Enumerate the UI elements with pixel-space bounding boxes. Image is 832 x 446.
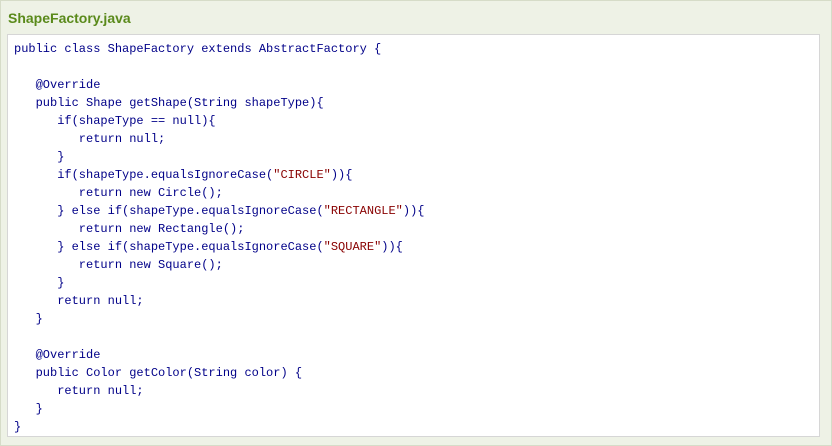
code-token: )){ (381, 240, 403, 254)
code-line: } (14, 400, 424, 418)
code-line: public class ShapeFactory extends Abstra… (14, 40, 424, 58)
code-line: return new Rectangle(); (14, 220, 424, 238)
code-token: return null; (14, 132, 166, 146)
code-token: @Override (14, 348, 101, 362)
code-token: )){ (402, 204, 425, 218)
code-sample-panel: ShapeFactory.java public class ShapeFact… (0, 0, 832, 446)
code-token: return new Circle(); (14, 186, 223, 200)
code-line: return new Circle(); (14, 184, 424, 202)
code-line: return null; (14, 130, 424, 148)
code-token: } (14, 420, 22, 434)
code-token: public Shape getShape(String shapeType){ (14, 96, 324, 110)
code-line: } (14, 418, 424, 436)
code-line: if(shapeType.equalsIgnoreCase("CIRCLE"))… (14, 166, 424, 184)
code-block: public class ShapeFactory extends Abstra… (7, 34, 820, 437)
code-token: return null; (14, 294, 144, 308)
string-literal: "CIRCLE" (273, 168, 331, 182)
code-token: } (14, 312, 43, 326)
code-token: )){ (330, 168, 353, 182)
code-line: if(shapeType == null){ (14, 112, 424, 130)
code-token: return new Rectangle(); (14, 222, 245, 236)
code-line: } else if(shapeType.equalsIgnoreCase("RE… (14, 202, 424, 220)
file-title: ShapeFactory.java (8, 10, 131, 26)
code-token: if(shapeType == null){ (14, 114, 216, 128)
code-token: } (14, 150, 65, 164)
code-line: @Override (14, 346, 424, 364)
code-listing: public class ShapeFactory extends Abstra… (14, 40, 424, 436)
code-token: return null; (14, 384, 144, 398)
code-token: public Color getColor(String color) { (14, 366, 303, 380)
code-token: @Override (14, 78, 101, 92)
code-token: return new Square(); (14, 258, 223, 272)
code-line: public Shape getShape(String shapeType){ (14, 94, 424, 112)
code-line: } (14, 274, 424, 292)
code-line: return new Square(); (14, 256, 424, 274)
code-token: } else if(shapeType.equalsIgnoreCase( (14, 240, 324, 254)
code-line: public Color getColor(String color) { (14, 364, 424, 382)
code-line: } (14, 148, 424, 166)
string-literal: "SQUARE" (323, 240, 382, 254)
code-line: return null; (14, 382, 424, 400)
code-line: } (14, 310, 424, 328)
code-line: } else if(shapeType.equalsIgnoreCase("SQ… (14, 238, 424, 256)
code-token: } (14, 276, 65, 290)
code-token: if(shapeType.equalsIgnoreCase( (14, 168, 274, 182)
code-token: } (14, 402, 43, 416)
code-token: } else if(shapeType.equalsIgnoreCase( (14, 204, 324, 218)
code-line: @Override (14, 76, 424, 94)
string-literal: "RECTANGLE" (323, 204, 403, 218)
code-token: public class ShapeFactory extends Abstra… (14, 42, 382, 56)
code-line: return null; (14, 292, 424, 310)
